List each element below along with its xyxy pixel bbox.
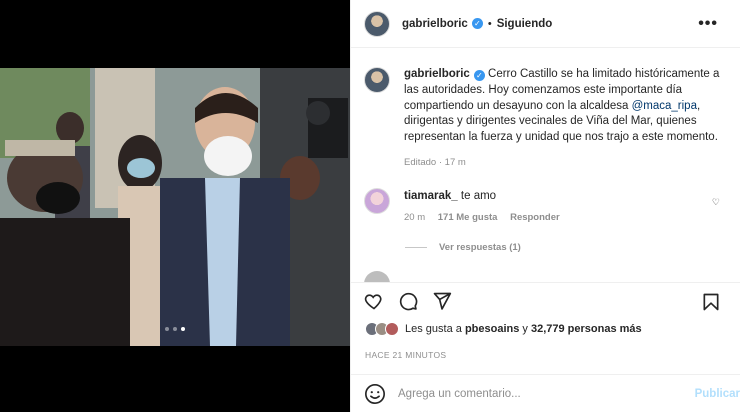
publish-button[interactable]: Publicar bbox=[695, 388, 740, 400]
header-separator: • bbox=[487, 17, 492, 30]
author-avatar[interactable] bbox=[364, 10, 390, 37]
comment-like-heart-icon[interactable]: ♡ bbox=[712, 197, 720, 208]
add-comment-bar: Publicar bbox=[351, 374, 740, 412]
carousel-dot bbox=[165, 327, 169, 331]
comment-time: 20 m bbox=[404, 211, 426, 223]
carousel-dot bbox=[173, 327, 177, 331]
commenter-avatar[interactable] bbox=[364, 187, 390, 214]
post-sidebar: gabrielboric ✓ • Siguiendo ••• gabrielbo… bbox=[351, 0, 740, 412]
share-paper-plane-icon[interactable] bbox=[431, 290, 453, 312]
post-actions bbox=[351, 282, 740, 318]
likes-count-link[interactable]: 32,779 personas más bbox=[531, 323, 642, 335]
comment-body: tiamarak_ te amo 20 m 171 Me gusta Respo… bbox=[404, 188, 570, 226]
more-options-icon[interactable]: ••• bbox=[698, 15, 718, 33]
post-caption: gabrielboric ✓ Cerro Castillo se ha limit… bbox=[351, 49, 740, 171]
reply-button[interactable]: Responder bbox=[510, 212, 560, 223]
verified-badge-icon: ✓ bbox=[473, 70, 485, 81]
post-media-pane bbox=[0, 0, 350, 412]
photo-illustration bbox=[0, 68, 350, 346]
comment-meta: 20 m 171 Me gusta Responder bbox=[404, 210, 570, 226]
caption-avatar[interactable] bbox=[364, 67, 390, 93]
commenter-username[interactable]: tiamarak_ bbox=[404, 190, 458, 202]
caption-mention-link[interactable]: @maca_ripa bbox=[632, 100, 697, 112]
post-timestamp[interactable]: HACE 21 MINUTOS bbox=[365, 350, 446, 360]
like-heart-icon[interactable] bbox=[363, 290, 385, 312]
carousel-dot-active bbox=[181, 327, 185, 331]
author-username[interactable]: gabrielboric bbox=[402, 18, 468, 30]
comment-likes[interactable]: 171 Me gusta bbox=[438, 212, 498, 223]
carousel-indicator bbox=[0, 327, 350, 331]
post-photo[interactable] bbox=[0, 68, 350, 346]
likes-text: Les gusta a pbesoains y 32,779 personas … bbox=[405, 323, 642, 335]
caption-meta: Editado · 17 m bbox=[404, 156, 466, 168]
view-replies-button[interactable]: Ver respuestas (1) bbox=[405, 242, 740, 253]
likes-summary: Les gusta a pbesoains y 32,779 personas … bbox=[365, 322, 642, 336]
comments-section: gabrielboric ✓ Cerro Castillo se ha limit… bbox=[351, 49, 740, 282]
view-replies-label: Ver respuestas (1) bbox=[439, 241, 521, 253]
post-header: gabrielboric ✓ • Siguiendo ••• bbox=[351, 0, 740, 48]
save-bookmark-icon[interactable] bbox=[700, 291, 722, 313]
next-comment-avatar bbox=[364, 271, 390, 282]
comment-text: te amo bbox=[457, 189, 497, 202]
liker-avatar bbox=[385, 322, 399, 336]
likes-prefix: Les gusta a bbox=[405, 323, 465, 335]
verified-badge-icon: ✓ bbox=[471, 18, 483, 29]
comment-item: tiamarak_ te amo 20 m 171 Me gusta Respo… bbox=[351, 171, 740, 226]
emoji-smiley-icon[interactable] bbox=[364, 383, 386, 405]
caption-body: gabrielboric ✓ Cerro Castillo se ha limit… bbox=[404, 67, 726, 171]
caption-username[interactable]: gabrielboric bbox=[404, 68, 470, 80]
following-button[interactable]: Siguiendo bbox=[497, 18, 553, 30]
comment-bubble-icon[interactable] bbox=[397, 290, 419, 312]
replies-line bbox=[405, 246, 427, 248]
likes-middle: y bbox=[519, 323, 531, 335]
likes-user-link[interactable]: pbesoains bbox=[465, 323, 519, 335]
add-comment-input[interactable] bbox=[398, 387, 678, 400]
